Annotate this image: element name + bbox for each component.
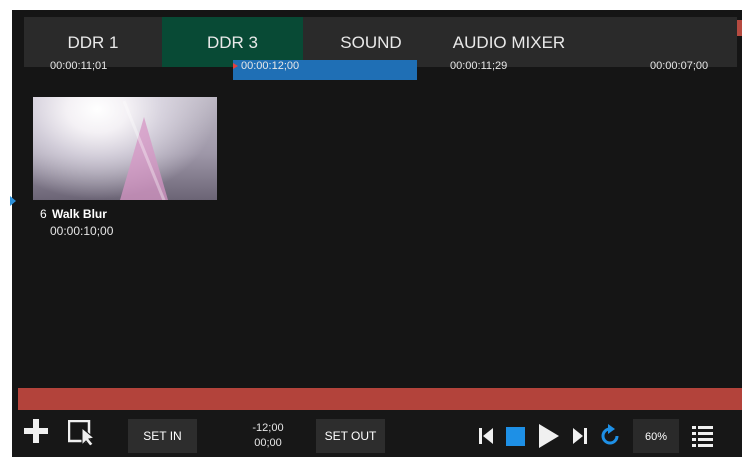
thumbnail-light-ray [118, 117, 170, 200]
list-menu-icon[interactable] [692, 425, 714, 447]
clip-number: 6 [40, 207, 47, 221]
zoom-level-button[interactable]: 60% [633, 419, 679, 453]
left-edge-marker-icon [10, 196, 16, 206]
clip-duration-3: 00:00:11;29 [450, 60, 508, 72]
time-position: 00;00 [254, 437, 282, 449]
stop-icon[interactable] [506, 427, 526, 446]
clip-thumbnail[interactable] [33, 97, 217, 200]
set-out-button[interactable]: SET OUT [316, 419, 385, 453]
plus-icon[interactable] [24, 419, 48, 443]
selected-clip-marker-icon [233, 63, 238, 70]
clip-duration-selected[interactable]: 00:00:12;00 [233, 60, 417, 80]
time-offset: -12;00 [252, 422, 284, 434]
skip-previous-icon[interactable] [478, 427, 494, 445]
clip-duration: 00:00:10;00 [50, 224, 114, 238]
set-in-button[interactable]: SET IN [128, 419, 197, 453]
timeline-bar[interactable] [18, 388, 742, 410]
left-edge [0, 10, 12, 457]
clip-duration-4: 00:00:07;00 [650, 60, 709, 72]
clip-name[interactable]: Walk Blur [52, 207, 107, 221]
skip-next-icon[interactable] [572, 427, 588, 445]
top-right-marker [737, 20, 742, 36]
loop-icon[interactable] [598, 424, 622, 448]
play-icon[interactable] [538, 423, 560, 449]
clip-duration-1: 00:00:11;01 [50, 60, 108, 72]
select-cursor-icon[interactable] [68, 420, 102, 446]
selected-clip-duration: 00:00:12;00 [241, 60, 300, 72]
